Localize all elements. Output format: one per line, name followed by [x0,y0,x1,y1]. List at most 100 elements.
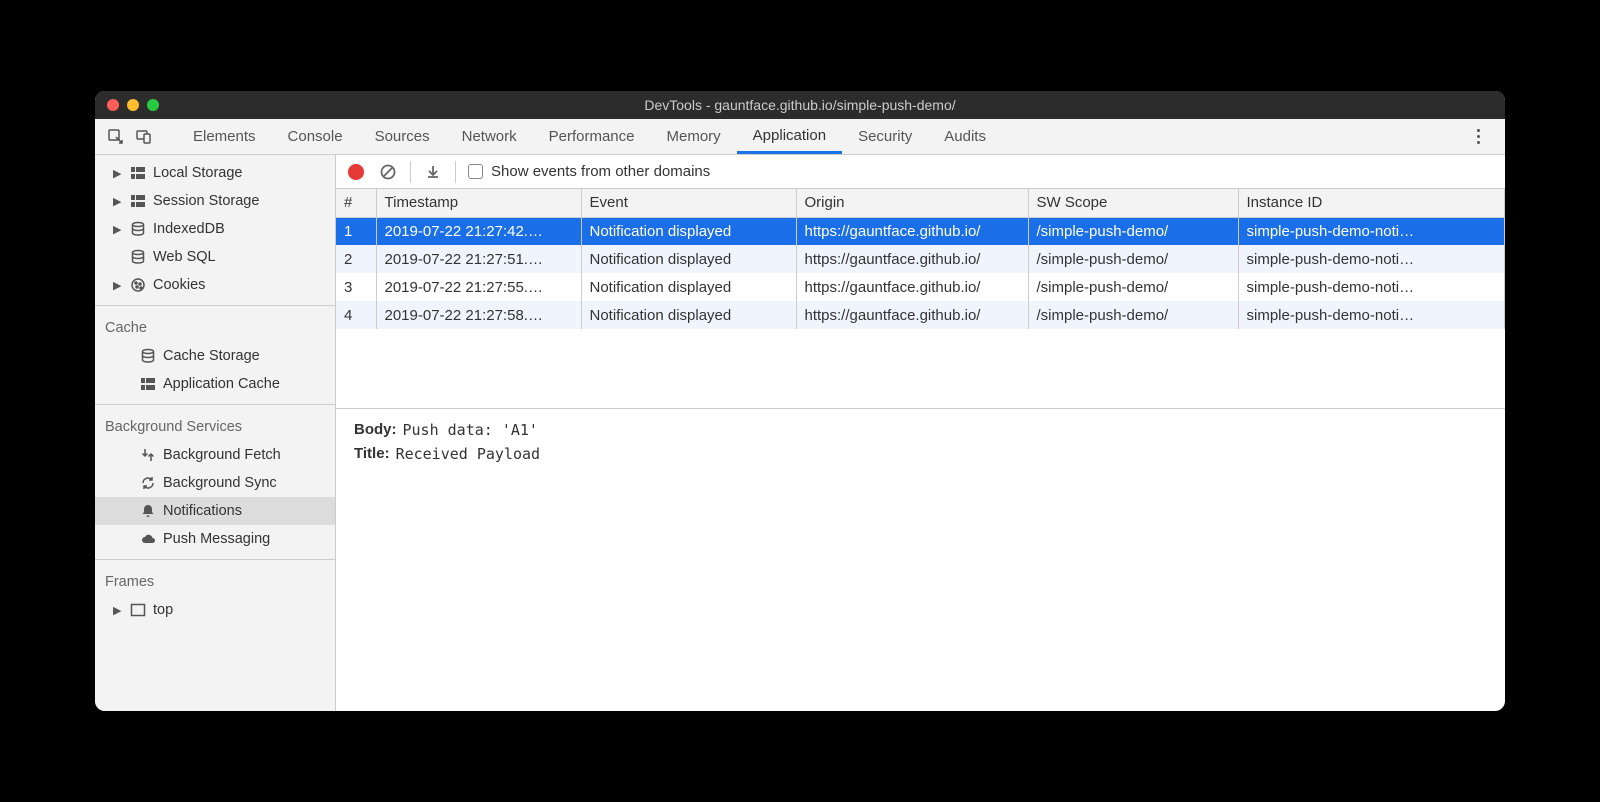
grid-icon [139,376,157,392]
db-icon [139,348,157,364]
sidebar-item-label: Cache Storage [163,348,260,364]
sidebar-item-label: Cookies [153,277,205,293]
main-panel: Show events from other domains # Timesta… [336,155,1505,711]
cell-scope: /simple-push-demo/ [1028,301,1238,329]
record-button[interactable] [346,162,366,182]
sidebar-item-background-sync[interactable]: Background Sync [95,469,335,497]
col-number[interactable]: # [336,189,376,217]
cell-scope: /simple-push-demo/ [1028,245,1238,273]
col-instance-id[interactable]: Instance ID [1238,189,1505,217]
sidebar-item-label: Push Messaging [163,531,270,547]
tab-audits[interactable]: Audits [928,119,1002,154]
table-row[interactable]: 32019-07-22 21:27:55.…Notification displ… [336,273,1505,301]
cloud-icon [139,531,157,547]
sidebar-item-label: Background Fetch [163,447,281,463]
sidebar-item-label: Background Sync [163,475,277,491]
detail-body-value: Push data: 'A1' [403,421,538,439]
cell-origin: https://gauntface.github.io/ [796,273,1028,301]
expand-caret-icon: ▶ [113,279,123,292]
sidebar-item-push-messaging[interactable]: Push Messaging [95,525,335,553]
sidebar-item-application-cache[interactable]: Application Cache [95,370,335,398]
event-detail: Body: Push data: 'A1' Title: Received Pa… [336,409,1505,481]
sidebar-item-cookies[interactable]: ▶ Cookies [95,271,335,299]
tab-sources[interactable]: Sources [359,119,446,154]
expand-caret-icon: ▶ [113,604,123,617]
sidebar-item-notifications[interactable]: Notifications [95,497,335,525]
cell-event: Notification displayed [581,301,796,329]
table-row[interactable]: 42019-07-22 21:27:58.…Notification displ… [336,301,1505,329]
cell-num: 1 [336,217,376,245]
cell-scope: /simple-push-demo/ [1028,217,1238,245]
table-header-row: # Timestamp Event Origin SW Scope Instan… [336,189,1505,217]
tab-application[interactable]: Application [737,119,842,154]
db-icon [129,221,147,237]
titlebar: DevTools - gauntface.github.io/simple-pu… [95,91,1505,119]
cell-instance: simple-push-demo-noti… [1238,245,1505,273]
minimize-window-button[interactable] [127,99,139,111]
sidebar-item-top[interactable]: ▶ top [95,596,335,624]
window-controls [107,99,159,111]
detail-body-label: Body: [354,421,397,439]
bell-icon [139,503,157,519]
detail-title-label: Title: [354,445,390,463]
show-other-domains-checkbox[interactable] [468,164,483,179]
cell-num: 2 [336,245,376,273]
sidebar-item-web-sql[interactable]: Web SQL [95,243,335,271]
tab-network[interactable]: Network [446,119,533,154]
col-event[interactable]: Event [581,189,796,217]
sidebar-item-label: Notifications [163,503,242,519]
cell-origin: https://gauntface.github.io/ [796,217,1028,245]
table-row[interactable]: 22019-07-22 21:27:51.…Notification displ… [336,245,1505,273]
sidebar-item-indexeddb[interactable]: ▶ IndexedDB [95,215,335,243]
grid-icon [129,165,147,181]
frames-section-label: Frames [95,566,335,596]
sidebar-item-cache-storage[interactable]: Cache Storage [95,342,335,370]
sync-icon [139,475,157,491]
table-row[interactable]: 12019-07-22 21:27:42.…Notification displ… [336,217,1505,245]
more-options-icon[interactable] [1467,126,1489,148]
events-toolbar: Show events from other domains [336,155,1505,189]
col-origin[interactable]: Origin [796,189,1028,217]
tab-performance[interactable]: Performance [533,119,651,154]
inspect-element-icon[interactable] [105,126,127,148]
cell-instance: simple-push-demo-noti… [1238,273,1505,301]
cell-instance: simple-push-demo-noti… [1238,301,1505,329]
sidebar-item-label: IndexedDB [153,221,225,237]
expand-caret-icon: ▶ [113,223,123,236]
col-timestamp[interactable]: Timestamp [376,189,581,217]
col-sw-scope[interactable]: SW Scope [1028,189,1238,217]
cell-origin: https://gauntface.github.io/ [796,245,1028,273]
tab-memory[interactable]: Memory [651,119,737,154]
bgservices-section-label: Background Services [95,411,335,441]
cell-ts: 2019-07-22 21:27:55.… [376,273,581,301]
sidebar-item-label: Session Storage [153,193,259,209]
tab-console[interactable]: Console [272,119,359,154]
cell-instance: simple-push-demo-noti… [1238,217,1505,245]
cell-origin: https://gauntface.github.io/ [796,301,1028,329]
clear-button[interactable] [378,162,398,182]
close-window-button[interactable] [107,99,119,111]
cell-ts: 2019-07-22 21:27:58.… [376,301,581,329]
panel-tabbar: ElementsConsoleSourcesNetworkPerformance… [95,119,1505,155]
application-sidebar: ▶ Local Storage ▶ Session Storage ▶ IndexedDB… [95,155,336,711]
maximize-window-button[interactable] [147,99,159,111]
sidebar-item-local-storage[interactable]: ▶ Local Storage [95,159,335,187]
sidebar-item-background-fetch[interactable]: Background Fetch [95,441,335,469]
expand-caret-icon: ▶ [113,167,123,180]
download-button[interactable] [423,162,443,182]
expand-caret-icon: ▶ [113,195,123,208]
sidebar-item-label: top [153,602,173,618]
sidebar-item-session-storage[interactable]: ▶ Session Storage [95,187,335,215]
cell-event: Notification displayed [581,217,796,245]
tab-security[interactable]: Security [842,119,928,154]
sidebar-item-label: Local Storage [153,165,242,181]
device-toolbar-icon[interactable] [133,126,155,148]
tab-elements[interactable]: Elements [177,119,272,154]
cell-num: 4 [336,301,376,329]
events-table: # Timestamp Event Origin SW Scope Instan… [336,189,1505,409]
grid-icon [129,193,147,209]
cell-event: Notification displayed [581,273,796,301]
cookie-icon [129,277,147,293]
frame-icon [129,602,147,618]
cell-ts: 2019-07-22 21:27:42.… [376,217,581,245]
